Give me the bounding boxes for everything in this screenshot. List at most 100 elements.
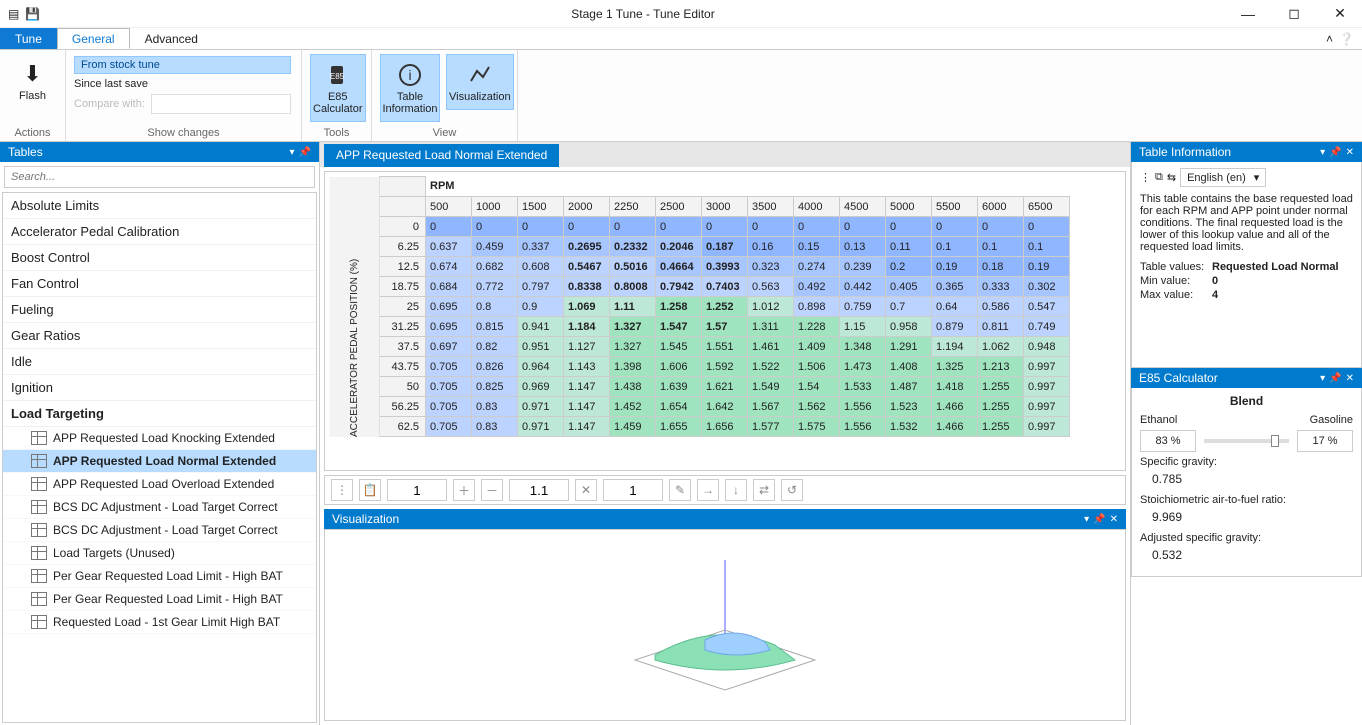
cell[interactable]: 0 <box>472 217 518 237</box>
cell[interactable]: 1.522 <box>748 357 794 377</box>
cell[interactable]: 0.302 <box>1024 277 1070 297</box>
table-item[interactable]: Load Targets (Unused) <box>3 542 316 565</box>
cell[interactable]: 0 <box>840 217 886 237</box>
viz-close-icon[interactable]: ✕ <box>1110 514 1118 525</box>
category-item[interactable]: Idle <box>3 349 316 375</box>
multiply-icon[interactable]: ✕ <box>575 479 597 501</box>
cell[interactable]: 1.255 <box>978 417 1024 437</box>
cell[interactable]: 0.1 <box>978 237 1024 257</box>
cell[interactable]: 0 <box>748 217 794 237</box>
cell[interactable]: 1.012 <box>748 297 794 317</box>
save-icon[interactable]: 💾 <box>25 7 40 21</box>
paste-icon[interactable]: 📋 <box>359 479 381 501</box>
cell[interactable]: 1.473 <box>840 357 886 377</box>
tab-tune[interactable]: Tune <box>0 28 57 49</box>
cell[interactable]: 0.772 <box>472 277 518 297</box>
cell[interactable]: 0.5467 <box>564 257 610 277</box>
table-item[interactable]: Per Gear Requested Load Limit - High BAT <box>3 588 316 611</box>
cell[interactable]: 1.258 <box>656 297 702 317</box>
cell[interactable]: 0.898 <box>794 297 840 317</box>
translate-icon[interactable]: ⇆ <box>1167 171 1176 184</box>
cell[interactable]: 1.57 <box>702 317 748 337</box>
gasoline-spinner[interactable]: 17 % <box>1297 430 1353 452</box>
cell[interactable]: 0.7 <box>886 297 932 317</box>
minus-icon[interactable]: － <box>481 479 503 501</box>
cell[interactable]: 1.556 <box>840 417 886 437</box>
cell[interactable]: 1.194 <box>932 337 978 357</box>
cell[interactable]: 0.83 <box>472 417 518 437</box>
cell[interactable]: 0 <box>978 217 1024 237</box>
cell[interactable]: 0.333 <box>978 277 1024 297</box>
cell[interactable]: 0.608 <box>518 257 564 277</box>
cell[interactable]: 1.147 <box>564 377 610 397</box>
cell[interactable]: 1.523 <box>886 397 932 417</box>
cell[interactable]: 0 <box>518 217 564 237</box>
cell[interactable]: 0.19 <box>1024 257 1070 277</box>
cell[interactable]: 1.567 <box>748 397 794 417</box>
search-input[interactable] <box>4 166 315 188</box>
cell[interactable]: 0.1 <box>932 237 978 257</box>
cell[interactable]: 0 <box>794 217 840 237</box>
cell[interactable]: 1.327 <box>610 337 656 357</box>
table-item[interactable]: APP Requested Load Knocking Extended <box>3 427 316 450</box>
table-item[interactable]: APP Requested Load Overload Extended <box>3 473 316 496</box>
cell[interactable]: 0.7942 <box>656 277 702 297</box>
cell[interactable]: 0.547 <box>1024 297 1070 317</box>
flash-button[interactable]: ⬇ Flash <box>8 54 57 108</box>
calc-close-icon[interactable]: ✕ <box>1346 373 1354 384</box>
plus-icon[interactable]: ＋ <box>453 479 475 501</box>
cell[interactable]: 0.16 <box>748 237 794 257</box>
cell[interactable]: 1.556 <box>840 397 886 417</box>
cell[interactable]: 1.549 <box>748 377 794 397</box>
table-item[interactable]: Per Gear Requested Load Limit - High BAT <box>3 565 316 588</box>
cell[interactable]: 1.654 <box>656 397 702 417</box>
cell[interactable]: 1.252 <box>702 297 748 317</box>
grip-icon[interactable]: ⋮ <box>331 479 353 501</box>
cell[interactable]: 0 <box>886 217 932 237</box>
cell[interactable]: 1.621 <box>702 377 748 397</box>
arrow-right-icon[interactable]: → <box>697 479 719 501</box>
cell[interactable]: 0.405 <box>886 277 932 297</box>
category-item[interactable]: Fan Control <box>3 271 316 297</box>
cell[interactable]: 1.655 <box>656 417 702 437</box>
cell[interactable]: 1.639 <box>656 377 702 397</box>
cell[interactable]: 1.213 <box>978 357 1024 377</box>
category-item[interactable]: Gear Ratios <box>3 323 316 349</box>
cell[interactable]: 1.452 <box>610 397 656 417</box>
from-stock-button[interactable]: From stock tune <box>74 56 291 74</box>
cell[interactable]: 0.459 <box>472 237 518 257</box>
minimize-button[interactable]: ― <box>1226 0 1270 28</box>
table-item[interactable]: BCS DC Adjustment - Load Target Correct <box>3 519 316 542</box>
cell[interactable]: 0.759 <box>840 297 886 317</box>
cell[interactable]: 1.459 <box>610 417 656 437</box>
cell[interactable]: 0.492 <box>794 277 840 297</box>
cell[interactable]: 0.64 <box>932 297 978 317</box>
e85-calculator-button[interactable]: E85 E85 Calculator <box>310 54 366 122</box>
cell[interactable]: 1.551 <box>702 337 748 357</box>
cell[interactable]: 1.147 <box>564 417 610 437</box>
cell[interactable]: 1.11 <box>610 297 656 317</box>
cell[interactable]: 1.656 <box>702 417 748 437</box>
cell[interactable]: 1.311 <box>748 317 794 337</box>
tab-general[interactable]: General <box>57 28 130 49</box>
cell[interactable]: 0.674 <box>426 257 472 277</box>
cell[interactable]: 0.8008 <box>610 277 656 297</box>
cell[interactable]: 0.9 <box>518 297 564 317</box>
cell[interactable]: 0.5016 <box>610 257 656 277</box>
cell[interactable]: 1.15 <box>840 317 886 337</box>
cell[interactable]: 0.13 <box>840 237 886 257</box>
cell[interactable]: 0 <box>1024 217 1070 237</box>
cell[interactable]: 1.466 <box>932 397 978 417</box>
category-item[interactable]: Boost Control <box>3 245 316 271</box>
cell[interactable]: 0.958 <box>886 317 932 337</box>
cell[interactable]: 1.532 <box>886 417 932 437</box>
table-item[interactable]: APP Requested Load Normal Extended <box>3 450 316 473</box>
cell[interactable]: 0.705 <box>426 417 472 437</box>
cell[interactable]: 0 <box>610 217 656 237</box>
cell[interactable]: 1.291 <box>886 337 932 357</box>
cell[interactable]: 0.563 <box>748 277 794 297</box>
cell[interactable]: 1.533 <box>840 377 886 397</box>
cell[interactable]: 0.825 <box>472 377 518 397</box>
info-dropdown-icon[interactable]: ▾ <box>1320 147 1325 158</box>
cell[interactable]: 0.705 <box>426 357 472 377</box>
